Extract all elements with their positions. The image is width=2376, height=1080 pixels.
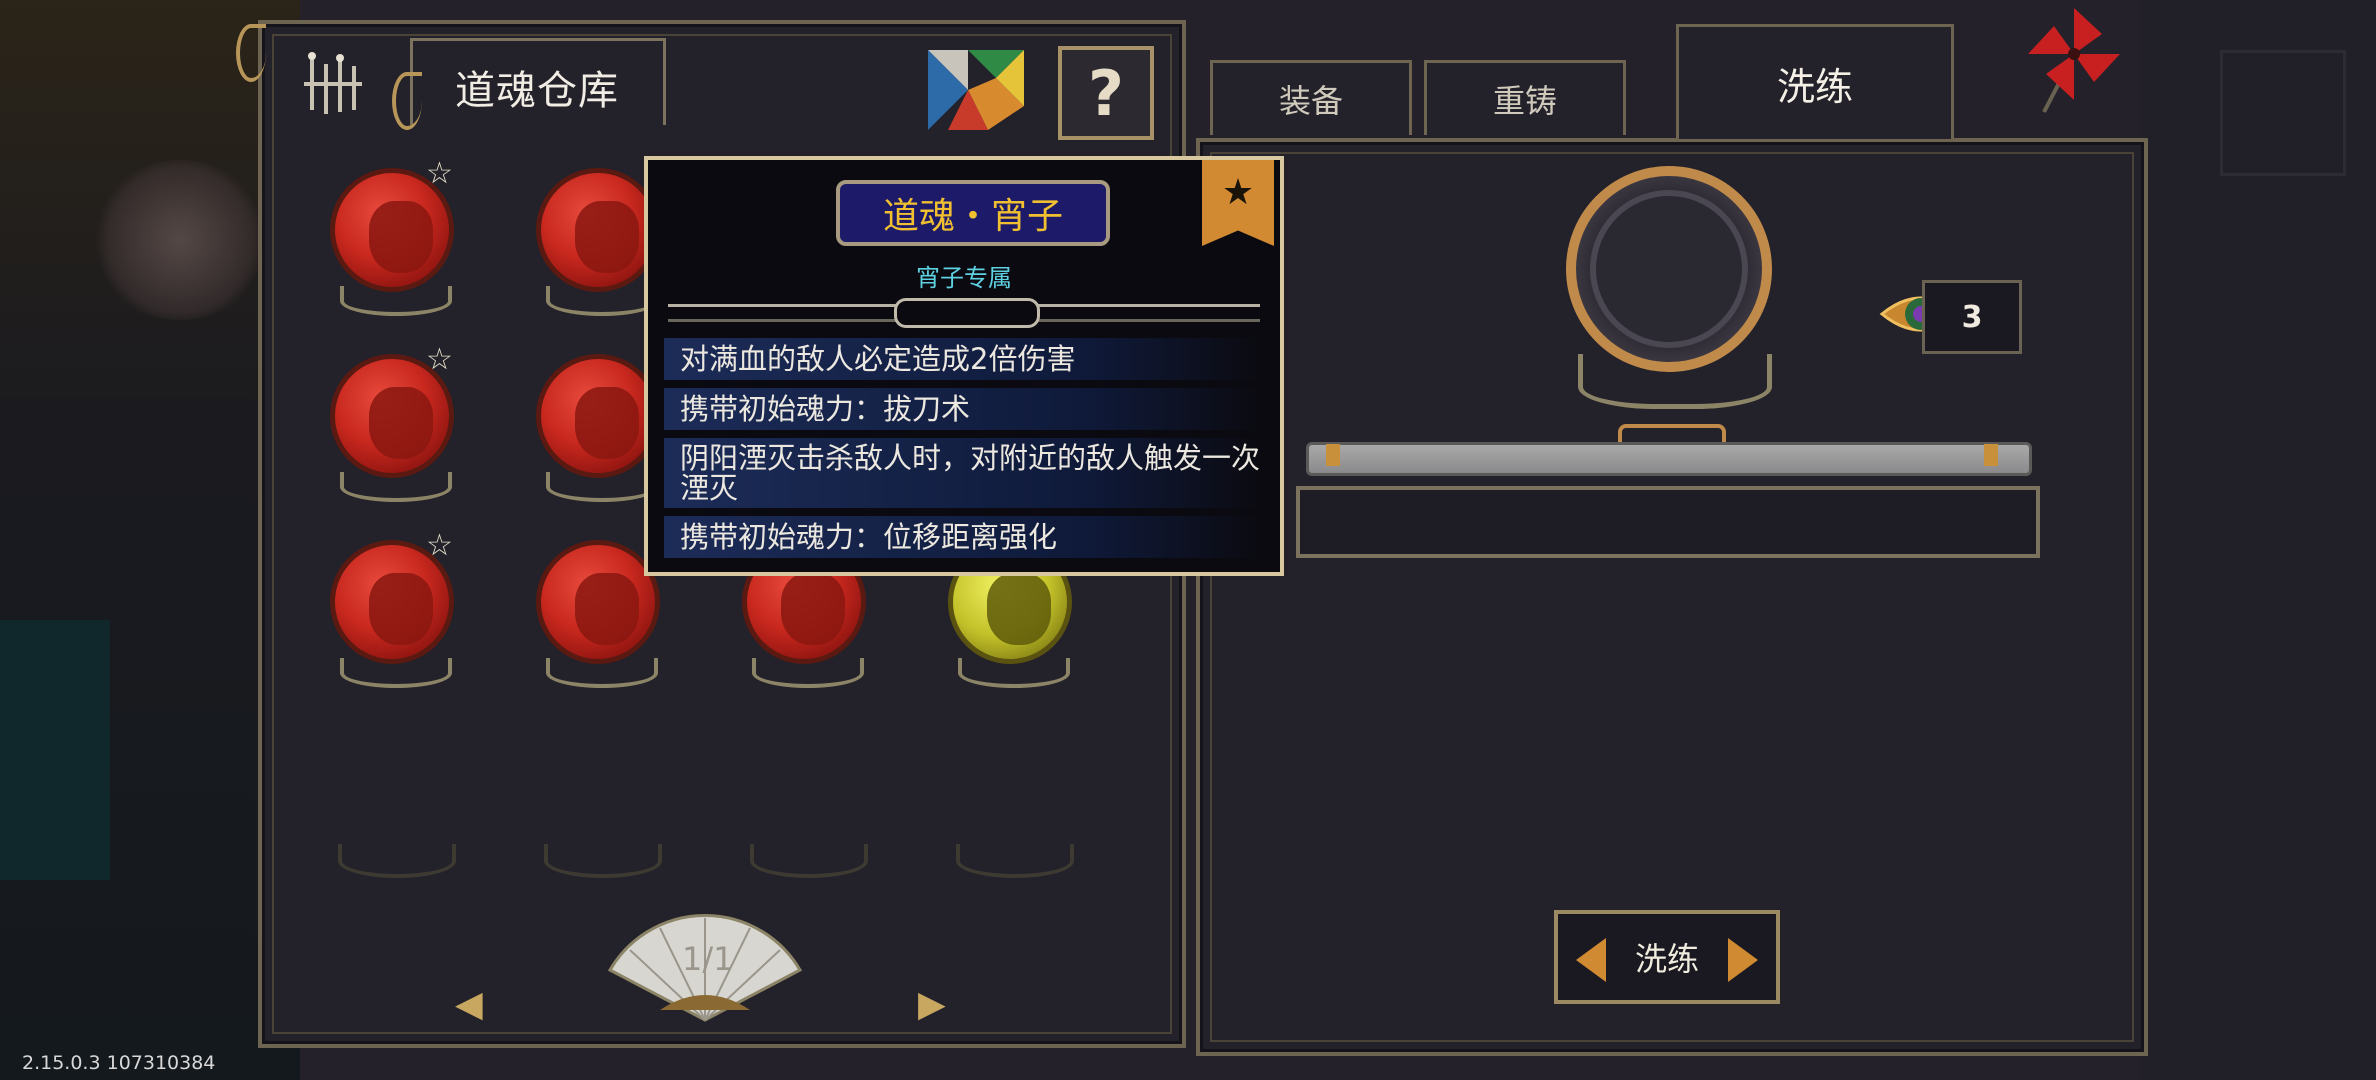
empty-soul-slot[interactable] — [544, 844, 662, 878]
tooltip-title: 道魂・宵子 — [836, 180, 1110, 246]
close-pinwheel-icon[interactable] — [2024, 4, 2124, 114]
orb-stand — [340, 286, 452, 316]
tab-reforge[interactable]: 重铸 — [1424, 60, 1626, 135]
tooltip-line: 携带初始魂力：位移距离强化 — [664, 516, 1264, 558]
page-indicator: 1/1 — [682, 940, 734, 978]
lantern-icon — [300, 50, 366, 120]
tangram-icon[interactable] — [928, 50, 1026, 132]
refine-result-box — [1296, 486, 2040, 558]
soul-orb-ball — [536, 354, 660, 478]
soul-portrait-icon — [369, 573, 433, 645]
orb-stand — [340, 472, 452, 502]
soul-portrait-icon — [575, 201, 639, 273]
orb-stand — [546, 472, 658, 502]
star-icon: ☆ — [426, 156, 453, 191]
tooltip-line: 携带初始魂力：拔刀术 — [664, 388, 1264, 430]
arrow-right-icon — [1728, 938, 1758, 982]
orb-stand — [546, 658, 658, 688]
star-badge-icon: ★ — [1202, 160, 1274, 246]
soul-portrait-icon — [369, 201, 433, 273]
world-background-right — [2140, 0, 2376, 1080]
tab-equip[interactable]: 装备 — [1210, 60, 1412, 135]
world-background-left — [0, 0, 300, 1080]
scroll-divider — [1306, 442, 2032, 476]
orb-stand — [958, 658, 1070, 688]
soul-portrait-icon — [575, 573, 639, 645]
soul-orb-ball — [536, 540, 660, 664]
empty-soul-slot[interactable] — [956, 844, 1074, 878]
orb-stand — [546, 286, 658, 316]
orb-stand — [752, 658, 864, 688]
arrow-left-icon — [1576, 938, 1606, 982]
tab-refine[interactable]: 洗练 — [1676, 24, 1954, 139]
background-character — [90, 160, 270, 320]
version-label: 2.15.0.3 107310384 — [22, 1052, 216, 1074]
background-frame — [2220, 50, 2346, 176]
star-icon: ☆ — [426, 528, 453, 563]
soul-tooltip: 道魂・宵子 ★ 宵子专属 对满血的敌人必定造成2倍伤害 携带初始魂力：拔刀术 阴… — [644, 156, 1284, 576]
background-tile — [0, 620, 110, 880]
soul-orb-ball — [536, 168, 660, 292]
empty-soul-slot[interactable] — [338, 844, 456, 878]
soul-portrait-icon — [987, 573, 1051, 645]
soul-orb[interactable]: ☆ — [326, 528, 458, 688]
orb-stand — [340, 658, 452, 688]
warehouse-title: 道魂仓库 — [455, 68, 619, 114]
title-swirl-ornament — [392, 72, 422, 130]
soul-orb[interactable]: ☆ — [326, 156, 458, 316]
refine-button-label: 洗练 — [1634, 940, 1699, 978]
corner-swirl-ornament — [236, 24, 266, 82]
star-icon: ☆ — [426, 342, 453, 377]
refine-button[interactable]: 洗练 — [1554, 910, 1780, 1004]
soul-portrait-icon — [781, 573, 845, 645]
help-button[interactable]: ? — [1058, 46, 1154, 140]
empty-soul-slot[interactable] — [750, 844, 868, 878]
prev-page-button[interactable]: ◀ — [455, 984, 483, 1025]
tooltip-line: 阴阳湮灭击杀敌人时，对附近的敌人触发一次湮灭 — [664, 438, 1264, 508]
tooltip-line: 对满血的敌人必定造成2倍伤害 — [664, 338, 1264, 380]
soul-portrait-icon — [575, 387, 639, 459]
soul-orb[interactable]: ☆ — [326, 342, 458, 502]
tooltip-subtitle: 宵子专属 — [916, 264, 1012, 292]
soul-portrait-icon — [369, 387, 433, 459]
refine-material-count: 3 — [1922, 280, 2022, 354]
next-page-button[interactable]: ▶ — [918, 984, 946, 1025]
mirror-stand — [1578, 354, 1772, 409]
